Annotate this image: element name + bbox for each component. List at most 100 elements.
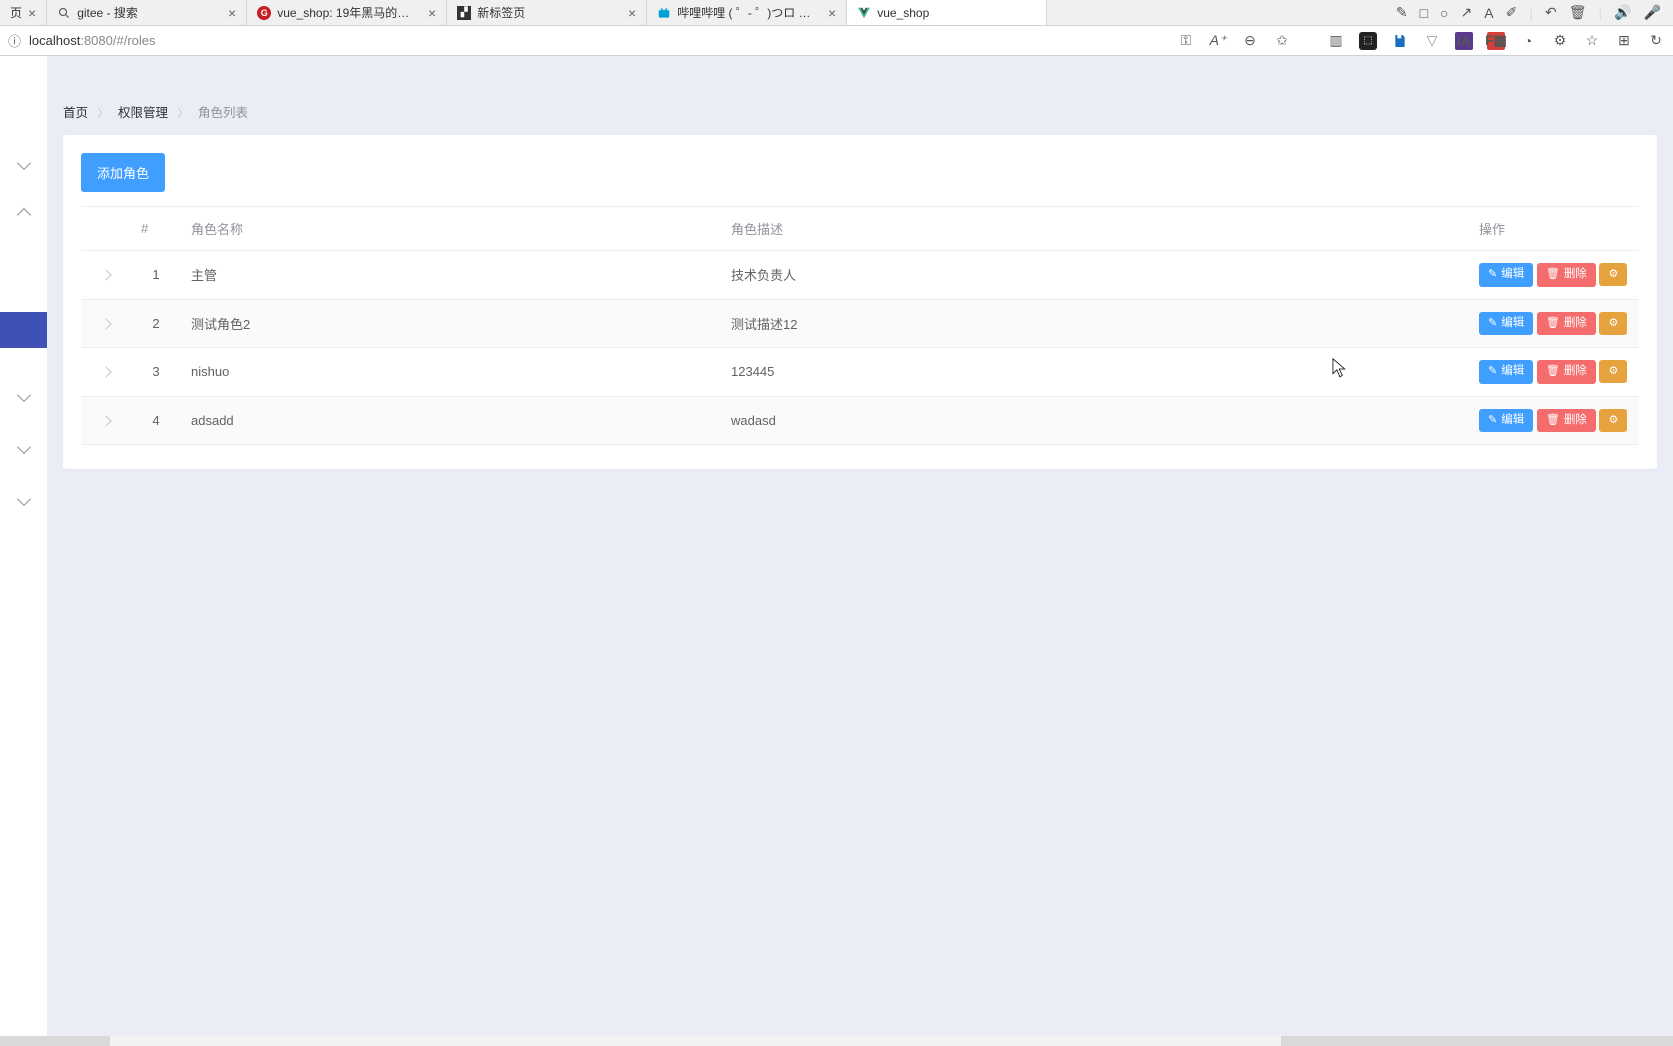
sidebar-active-indicator [0, 312, 47, 348]
text-icon[interactable]: A [1484, 5, 1493, 21]
breadcrumb-section[interactable]: 权限管理 [118, 106, 168, 120]
column-name: 角色名称 [181, 207, 721, 251]
pen-icon[interactable]: ✎ [1396, 4, 1408, 21]
row-name: 测试角色2 [181, 299, 721, 348]
search-icon [57, 6, 71, 20]
chevron-right-icon: 〉 [177, 108, 188, 120]
ext-1-icon[interactable]: ⬚ [1359, 32, 1377, 50]
edit-icon: ✎ [1488, 366, 1497, 377]
delete-button[interactable]: 🗑删除 [1537, 409, 1596, 433]
reader-icon[interactable]: A⁺ [1209, 32, 1227, 50]
assign-button[interactable]: ⚙ [1599, 312, 1627, 335]
row-index: 2 [131, 299, 181, 348]
settings-icon[interactable]: ⚙ [1551, 32, 1569, 50]
edit-button[interactable]: ✎编辑 [1479, 263, 1533, 287]
tabs-toolbar: ✎ □ ○ ↗ A ✐ | ↶ 🗑 | 🔊 🎤 [1384, 0, 1673, 25]
tab-3[interactable]: ▞ 新标签页 × [447, 0, 647, 25]
tab-5[interactable]: vue_shop [847, 0, 1047, 25]
setting-icon: ⚙ [1608, 366, 1618, 377]
breadcrumb: 首页 〉 权限管理 〉 角色列表 [63, 102, 1657, 121]
column-desc: 角色描述 [721, 207, 1469, 251]
close-icon[interactable]: × [628, 6, 636, 20]
url-field[interactable]: localhost:8080/#/roles [29, 33, 155, 48]
collections-icon[interactable]: ⊞ [1615, 32, 1633, 50]
square-icon[interactable]: □ [1420, 5, 1428, 21]
save-icon[interactable] [1391, 32, 1409, 50]
tab-1[interactable]: gitee - 搜索 × [47, 0, 247, 25]
sound-icon[interactable]: 🔊 [1614, 4, 1631, 21]
sidebar-item-4[interactable] [17, 440, 31, 454]
edit-button[interactable]: ✎编辑 [1479, 312, 1533, 336]
add-role-button[interactable]: 添加角色 [81, 153, 165, 192]
info-icon[interactable]: ⓘ [8, 31, 21, 50]
table-row: 2 测试角色2 测试描述12 ✎编辑 🗑删除 ⚙ [81, 299, 1639, 348]
favorite-icon[interactable]: ✩ [1273, 32, 1291, 50]
delete-button[interactable]: 🗑删除 [1537, 312, 1596, 336]
setting-icon: ⚙ [1608, 415, 1618, 426]
arrow-icon[interactable]: ↗ [1461, 4, 1473, 21]
tab-label: 哔哩哔哩 ( ゜- ゜)つロ 干杯~-bilil [677, 4, 817, 21]
ext-ia-icon[interactable]: IA [1455, 32, 1473, 50]
table-row: 3 nishuo 123445 ✎编辑 🗑删除 ⚙ [81, 348, 1639, 397]
sidebar-item-2[interactable] [17, 208, 31, 222]
trash-icon: 🗑 [1546, 366, 1560, 377]
sidebar-item-5[interactable] [17, 492, 31, 506]
sidebar [0, 56, 47, 1046]
edit-button[interactable]: ✎编辑 [1479, 409, 1533, 433]
ext-v-icon[interactable]: ▽ [1423, 32, 1441, 50]
tab-label: vue_shop: 19年黑马的后台管理 [277, 4, 417, 21]
horizontal-scrollbar[interactable] [0, 1036, 1673, 1046]
undo-icon[interactable]: ↶ [1545, 4, 1557, 21]
roles-card: 添加角色 # 角色名称 角色描述 操作 1 主管 技术负责人 ✎编辑 🗑删除 ⚙ [63, 135, 1657, 469]
close-icon[interactable]: × [828, 6, 836, 20]
close-icon[interactable]: × [428, 6, 436, 20]
breadcrumb-home[interactable]: 首页 [63, 106, 88, 120]
edit-icon: ✎ [1488, 318, 1497, 329]
tab-label: vue_shop [877, 6, 929, 20]
circle-icon[interactable]: ○ [1440, 5, 1448, 21]
bilibili-icon [657, 6, 671, 20]
expand-icon[interactable] [100, 270, 111, 281]
tab-0[interactable]: 页 × [0, 0, 47, 25]
table-row: 1 主管 技术负责人 ✎编辑 🗑删除 ⚙ [81, 251, 1639, 300]
history-icon[interactable]: ↻ [1647, 32, 1665, 50]
trash-icon: 🗑 [1546, 269, 1560, 280]
sidebar-item-3[interactable] [17, 388, 31, 402]
favorites-star-icon[interactable]: ☆ [1583, 32, 1601, 50]
divider: | [1598, 5, 1602, 21]
close-icon[interactable]: × [228, 6, 236, 20]
sidebar-item-1[interactable] [17, 156, 31, 170]
row-name: nishuo [181, 348, 721, 397]
setting-icon: ⚙ [1608, 318, 1618, 329]
close-icon[interactable]: × [28, 6, 36, 20]
tab-4[interactable]: 哔哩哔哩 ( ゜- ゜)つロ 干杯~-bilil × [647, 0, 847, 25]
assign-button[interactable]: ⚙ [1599, 263, 1627, 286]
highlighter-icon[interactable]: ✐ [1506, 4, 1518, 21]
roles-table: # 角色名称 角色描述 操作 1 主管 技术负责人 ✎编辑 🗑删除 ⚙ 2 测试… [81, 206, 1639, 445]
ext-fe-icon[interactable]: F▦ [1487, 32, 1505, 50]
zoom-out-icon[interactable]: ⊖ [1241, 32, 1259, 50]
mic-icon[interactable]: 🎤 [1644, 4, 1661, 21]
table-row: 4 adsadd wadasd ✎编辑 🗑删除 ⚙ [81, 396, 1639, 445]
edit-button[interactable]: ✎编辑 [1479, 360, 1533, 384]
tab-2[interactable]: G vue_shop: 19年黑马的后台管理 × [247, 0, 447, 25]
assign-button[interactable]: ⚙ [1599, 409, 1627, 432]
expand-icon[interactable] [100, 318, 111, 329]
delete-button[interactable]: 🗑删除 [1537, 263, 1596, 287]
ext-circle-icon[interactable]: ◔ [1519, 32, 1537, 50]
key-icon[interactable]: ⚿ [1177, 32, 1195, 50]
row-desc: wadasd [721, 396, 1469, 445]
url-path: :8080/#/roles [80, 33, 155, 48]
column-expand [81, 207, 131, 251]
row-index: 1 [131, 251, 181, 300]
book-icon[interactable]: ▥ [1327, 32, 1345, 50]
expand-icon[interactable] [100, 415, 111, 426]
assign-button[interactable]: ⚙ [1599, 360, 1627, 383]
delete-button[interactable]: 🗑删除 [1537, 360, 1596, 384]
expand-icon[interactable] [100, 367, 111, 378]
trash-icon: 🗑 [1546, 318, 1560, 329]
delete-icon[interactable]: 🗑 [1569, 4, 1587, 21]
column-action: 操作 [1469, 207, 1639, 251]
divider: | [1529, 5, 1533, 21]
main-content: 首页 〉 权限管理 〉 角色列表 添加角色 # 角色名称 角色描述 操作 [47, 56, 1673, 1046]
